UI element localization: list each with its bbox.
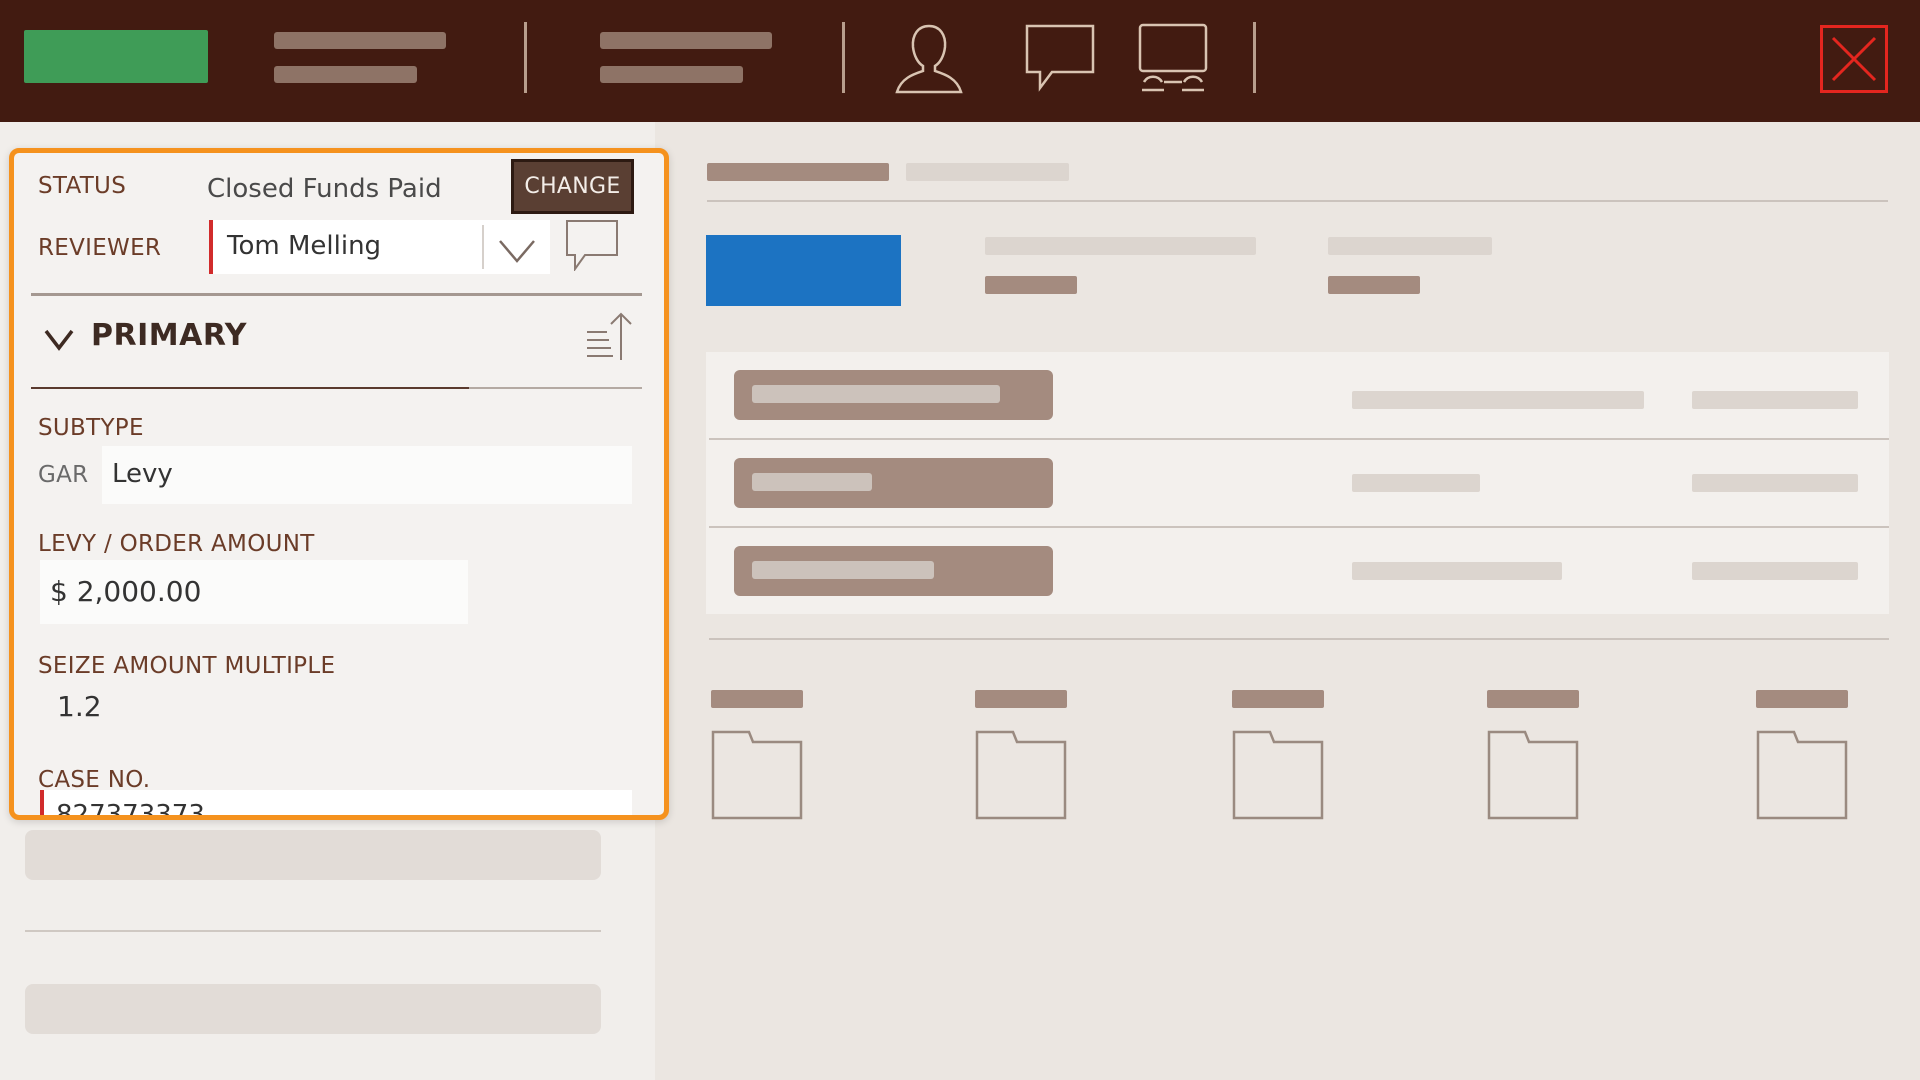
nav-placeholder-line bbox=[600, 32, 772, 49]
info-placeholder bbox=[985, 237, 1256, 255]
top-bar bbox=[0, 0, 1920, 122]
folder-icon[interactable] bbox=[711, 730, 803, 824]
section-title-primary[interactable]: PRIMARY bbox=[91, 318, 247, 353]
list-cell-placeholder bbox=[1352, 474, 1480, 492]
status-value: Closed Funds Paid bbox=[207, 174, 442, 204]
rail-divider bbox=[25, 930, 601, 932]
panel-divider bbox=[31, 293, 642, 296]
nav-placeholder-line bbox=[274, 66, 417, 83]
primary-action-button[interactable] bbox=[24, 30, 208, 83]
subtype-label: SUBTYPE bbox=[38, 415, 144, 441]
amount-label: LEVY / ORDER AMOUNT bbox=[38, 531, 315, 557]
list-cell-placeholder bbox=[1352, 391, 1644, 409]
list-cell-placeholder bbox=[1692, 562, 1858, 580]
primary-blue-button[interactable] bbox=[706, 235, 901, 306]
person-icon[interactable] bbox=[892, 20, 966, 100]
speech-bubble-icon[interactable] bbox=[1024, 20, 1096, 98]
amount-field[interactable]: $ 2,000.00 bbox=[40, 560, 468, 624]
case-number-value: 827373373 bbox=[56, 800, 205, 820]
toolbar-separator bbox=[1253, 22, 1256, 93]
comment-icon[interactable] bbox=[565, 219, 619, 275]
folder-icon[interactable] bbox=[1232, 730, 1324, 824]
multiple-label: SEIZE AMOUNT MULTIPLE bbox=[38, 653, 336, 679]
rail-placeholder-bar bbox=[25, 830, 601, 880]
folder-label-placeholder bbox=[1487, 690, 1579, 708]
close-icon[interactable] bbox=[1820, 25, 1888, 93]
case-number-field[interactable]: 827373373 bbox=[40, 790, 632, 820]
content-divider bbox=[709, 638, 1889, 640]
nav-placeholder-line bbox=[600, 66, 743, 83]
list-item[interactable] bbox=[734, 370, 1053, 420]
subtype-value: Levy bbox=[112, 459, 173, 489]
folder-label-placeholder bbox=[1232, 690, 1324, 708]
toolbar-separator bbox=[842, 22, 845, 93]
list-cell-placeholder bbox=[1692, 474, 1858, 492]
change-status-button[interactable]: CHANGE bbox=[511, 159, 634, 214]
content-divider bbox=[707, 200, 1888, 202]
heading-placeholder bbox=[707, 163, 889, 181]
chevron-down-icon[interactable] bbox=[497, 237, 537, 269]
multiple-value[interactable]: 1.2 bbox=[57, 690, 102, 723]
amount-value: $ 2,000.00 bbox=[50, 575, 202, 608]
folder-label-placeholder bbox=[975, 690, 1067, 708]
info-placeholder bbox=[985, 276, 1077, 294]
reviewer-label: REVIEWER bbox=[38, 235, 162, 261]
sort-up-icon[interactable] bbox=[585, 310, 635, 366]
list-cell-placeholder bbox=[1352, 562, 1562, 580]
subtype-code: GAR bbox=[38, 462, 89, 488]
list-divider bbox=[709, 438, 1889, 440]
section-divider bbox=[31, 387, 469, 389]
list-cell-placeholder bbox=[1692, 391, 1858, 409]
list-item[interactable] bbox=[734, 458, 1053, 508]
toolbar-separator bbox=[524, 22, 527, 93]
collapse-chevron-icon[interactable] bbox=[43, 328, 75, 356]
folder-icon[interactable] bbox=[1487, 730, 1579, 824]
info-placeholder bbox=[1328, 237, 1492, 255]
folder-label-placeholder bbox=[1756, 690, 1848, 708]
info-placeholder bbox=[1328, 276, 1420, 294]
conference-icon[interactable] bbox=[1136, 20, 1210, 100]
subtype-field[interactable]: Levy bbox=[102, 446, 632, 504]
folder-icon[interactable] bbox=[975, 730, 1067, 824]
section-divider bbox=[469, 387, 642, 389]
status-label: STATUS bbox=[38, 173, 127, 199]
list-item[interactable] bbox=[734, 546, 1053, 596]
list-divider bbox=[709, 526, 1889, 528]
rail-placeholder-bar bbox=[25, 984, 601, 1034]
subheading-placeholder bbox=[906, 163, 1069, 181]
folder-label-placeholder bbox=[711, 690, 803, 708]
reviewer-value: Tom Melling bbox=[227, 231, 382, 261]
folder-icon[interactable] bbox=[1756, 730, 1848, 824]
nav-placeholder-line bbox=[274, 32, 446, 49]
select-separator bbox=[482, 225, 484, 269]
case-detail-panel: STATUS Closed Funds Paid CHANGE REVIEWER… bbox=[9, 148, 669, 820]
